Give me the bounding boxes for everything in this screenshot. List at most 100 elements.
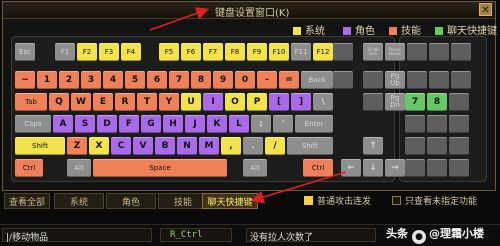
key-period[interactable]: . — [243, 137, 263, 155]
blank-key[interactable] — [449, 93, 469, 111]
key-pgup[interactable]: Pg Up — [385, 71, 405, 89]
blank-key[interactable] — [451, 43, 471, 61]
blank-key[interactable] — [451, 71, 471, 89]
key-i[interactable]: I — [203, 93, 223, 111]
key-n6[interactable]: 6 — [147, 71, 167, 89]
key-up[interactable]: ↑ — [363, 137, 383, 155]
key-u[interactable]: U — [181, 93, 201, 111]
tab-chat-shortcut[interactable]: 聊天快捷键 — [202, 193, 258, 209]
key-f5[interactable]: F5 — [159, 43, 179, 61]
blank-key[interactable] — [405, 137, 425, 155]
key-o[interactable]: O — [225, 93, 245, 111]
blank-key[interactable] — [363, 93, 383, 111]
key-q[interactable]: Q — [49, 93, 69, 111]
key-m[interactable]: M — [199, 137, 219, 155]
key-n4[interactable]: 4 — [103, 71, 123, 89]
key-np7[interactable]: 7 — [405, 93, 425, 111]
key-lctrl[interactable]: Ctrl — [15, 159, 43, 177]
key-s[interactable]: S — [75, 115, 95, 133]
key-c[interactable]: C — [111, 137, 131, 155]
key-right[interactable]: → — [385, 159, 405, 177]
key-z[interactable]: Z — [67, 137, 87, 155]
key-n0[interactable]: 0 — [235, 71, 255, 89]
key-f1[interactable]: F1 — [55, 43, 75, 61]
blank-key[interactable] — [363, 71, 383, 89]
key-g[interactable]: G — [141, 115, 161, 133]
key-b[interactable]: B — [155, 137, 175, 155]
blank-key[interactable] — [449, 115, 469, 133]
key-rctrl[interactable]: Ctrl — [303, 159, 333, 177]
key-caps[interactable]: Caps — [15, 115, 51, 133]
blank-key[interactable] — [427, 137, 447, 155]
blank-key[interactable] — [405, 159, 425, 177]
blank-key[interactable] — [429, 43, 449, 61]
key-space[interactable]: Space — [93, 159, 227, 177]
key-f4[interactable]: F4 — [121, 43, 141, 61]
key-f3[interactable]: F3 — [99, 43, 119, 61]
key-f2[interactable]: F2 — [77, 43, 97, 61]
key-quote[interactable]: ' — [273, 115, 293, 133]
key-y[interactable]: Y — [159, 93, 179, 111]
key-ralt[interactable]: Alt — [243, 159, 267, 177]
key-esc[interactable]: Esc — [15, 43, 35, 61]
blank-key[interactable] — [407, 43, 427, 61]
key-back[interactable]: Back — [301, 71, 333, 89]
blank-key[interactable] — [427, 159, 447, 177]
key-tab[interactable]: Tab — [15, 93, 47, 111]
key-minus[interactable]: - — [257, 71, 277, 89]
key-a[interactable]: A — [53, 115, 73, 133]
close-button[interactable]: ✕ — [479, 3, 492, 16]
key-p[interactable]: P — [247, 93, 267, 111]
key-v[interactable]: V — [133, 137, 153, 155]
key-grave[interactable]: ~ — [15, 71, 35, 89]
key-f12[interactable]: F12 — [313, 43, 333, 61]
key-f10[interactable]: F10 — [269, 43, 289, 61]
blank-key[interactable] — [333, 43, 353, 61]
key-l[interactable]: L — [229, 115, 249, 133]
tab-system[interactable]: 系统 — [54, 193, 104, 209]
key-lbr[interactable]: [ — [269, 93, 289, 111]
key-n2[interactable]: 2 — [59, 71, 79, 89]
key-n7[interactable]: 7 — [169, 71, 189, 89]
key-j[interactable]: J — [185, 115, 205, 133]
key-t[interactable]: T — [137, 93, 157, 111]
checkbox-unchecked[interactable] — [392, 196, 401, 205]
key-f7[interactable]: F7 — [203, 43, 223, 61]
key-pgdn[interactable]: Pg Dn — [385, 93, 405, 111]
key-rshift[interactable]: Shift — [287, 137, 333, 155]
blank-key[interactable] — [407, 71, 427, 89]
checkbox-checked[interactable] — [304, 196, 313, 205]
key-pause[interactable]: Pause Break — [385, 43, 405, 61]
key-enter[interactable]: Enter — [295, 115, 333, 133]
key-n8[interactable]: 8 — [191, 71, 211, 89]
tab-skill[interactable]: 技能 — [158, 193, 208, 209]
blank-key[interactable] — [405, 115, 425, 133]
key-e[interactable]: E — [93, 93, 113, 111]
tab-character[interactable]: 角色 — [106, 193, 156, 209]
key-rbr[interactable]: ] — [291, 93, 311, 111]
key-left[interactable]: ← — [341, 159, 361, 177]
key-np8[interactable]: 8 — [427, 93, 447, 111]
key-h[interactable]: H — [163, 115, 183, 133]
key-f[interactable]: F — [119, 115, 139, 133]
key-n1[interactable]: 1 — [37, 71, 57, 89]
key-f6[interactable]: F6 — [181, 43, 201, 61]
key-d[interactable]: D — [97, 115, 117, 133]
key-slash[interactable]: / — [265, 137, 285, 155]
key-k[interactable]: K — [207, 115, 227, 133]
blank-key[interactable] — [449, 137, 469, 155]
key-f8[interactable]: F8 — [225, 43, 245, 61]
key-x[interactable]: X — [89, 137, 109, 155]
key-lalt[interactable]: Alt — [67, 159, 91, 177]
blank-key[interactable] — [427, 115, 447, 133]
blank-key[interactable] — [429, 71, 449, 89]
key-w[interactable]: W — [71, 93, 91, 111]
key-equal[interactable]: = — [279, 71, 299, 89]
key-n[interactable]: N — [177, 137, 197, 155]
blank-key[interactable] — [333, 71, 353, 89]
key-n3[interactable]: 3 — [81, 71, 101, 89]
option-show-unassigned[interactable]: 只查看未指定功能 — [392, 194, 477, 207]
key-n5[interactable]: 5 — [125, 71, 145, 89]
option-normal-attack-repeat[interactable]: 普通攻击连发 — [304, 194, 371, 207]
tab-view-all[interactable]: 查看全部 — [4, 193, 50, 209]
